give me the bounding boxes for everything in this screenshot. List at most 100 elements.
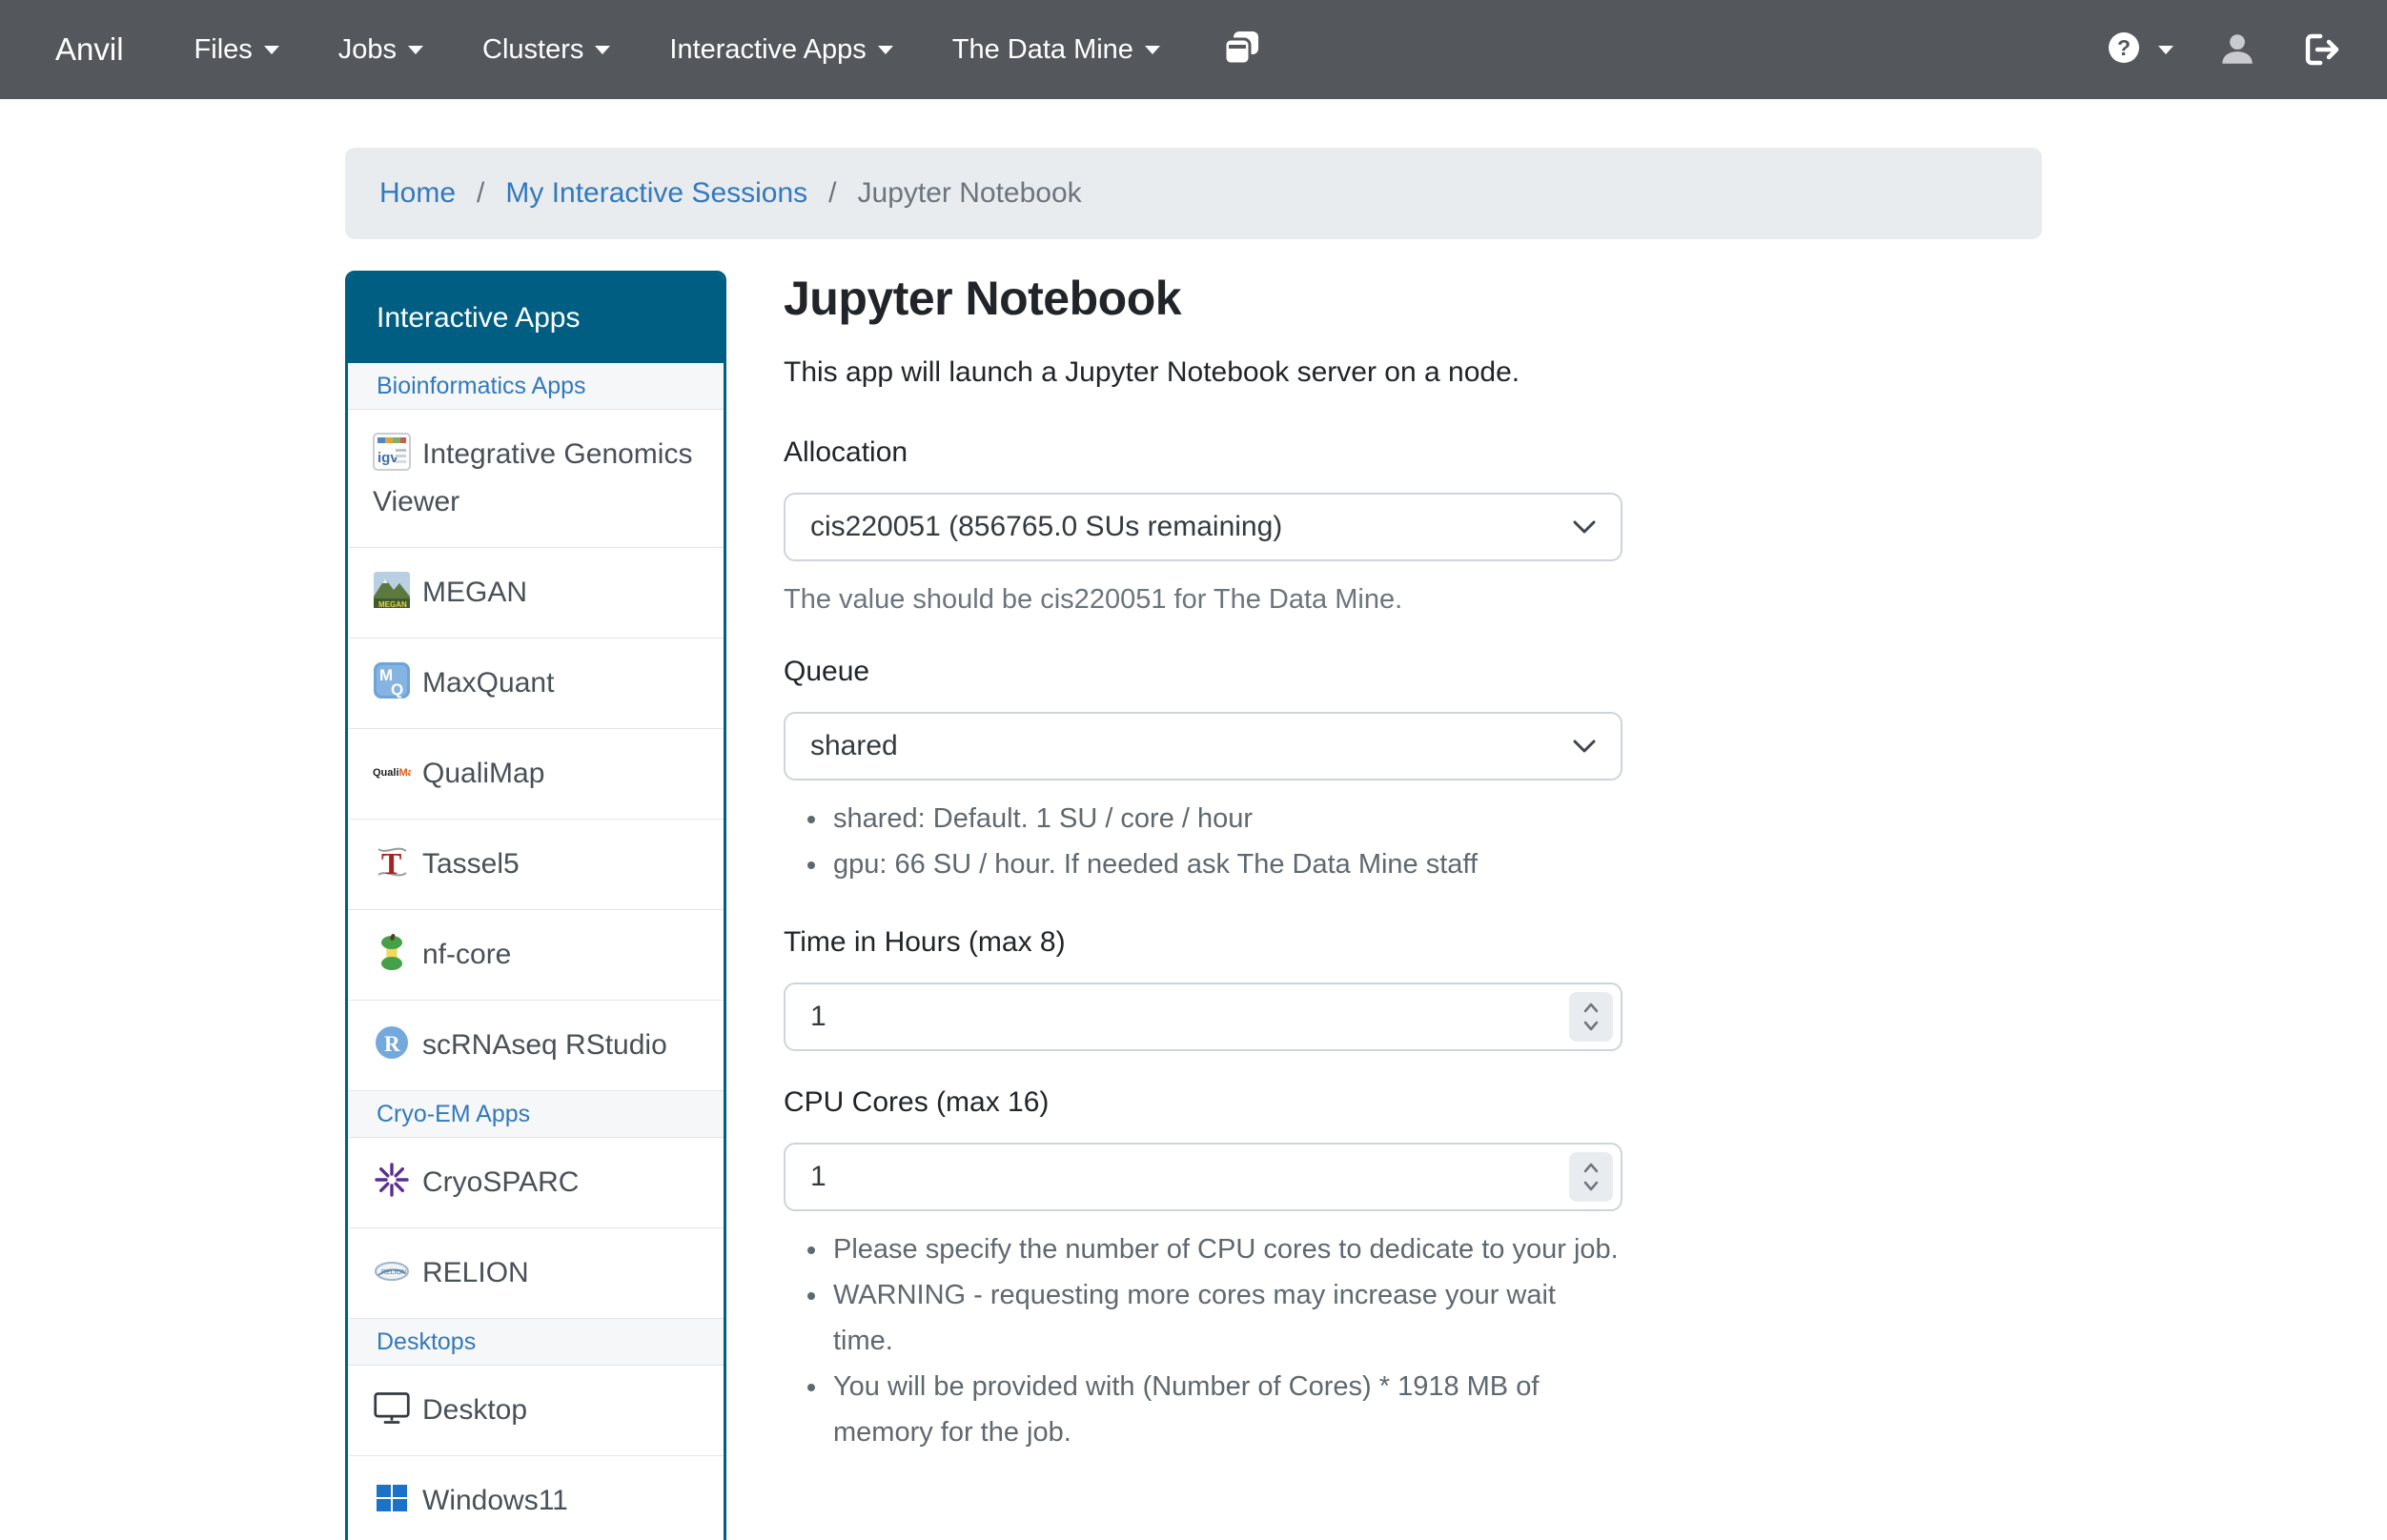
sidebar-item-integrative-genomics-viewer[interactable]: igvIntegrative Genomics Viewer — [348, 410, 724, 548]
chevron-down-icon — [408, 46, 423, 54]
sidebar-item-label: MaxQuant — [422, 667, 554, 699]
queue-select[interactable]: shared — [784, 712, 1622, 780]
brand-anvil[interactable]: Anvil — [55, 0, 124, 99]
nav-item-jobs[interactable]: Jobs — [338, 34, 423, 66]
nav-item-interactive-apps[interactable]: Interactive Apps — [669, 34, 892, 66]
chevron-down-icon — [595, 46, 610, 54]
sidebar-category-cryo-em-apps: Cryo-EM Apps — [348, 1091, 724, 1138]
number-stepper[interactable] — [1569, 1152, 1613, 1202]
sidebar-item-nf-core[interactable]: nf-core — [348, 910, 724, 1001]
sidebar-item-relion[interactable]: RELION RELION — [348, 1228, 724, 1319]
maxquant-icon: MQ — [373, 661, 411, 699]
breadcrumb: Home / My Interactive Sessions / Jupyter Not… — [345, 148, 2042, 239]
nav-item-the-data-mine[interactable]: The Data Mine — [952, 34, 1160, 66]
sidebar-item-windows11[interactable]: Windows11 — [348, 1456, 724, 1540]
help-icon[interactable]: ? — [2105, 29, 2143, 71]
sidebar-item-desktop[interactable]: Desktop — [348, 1366, 724, 1456]
svg-text:QualiMap: QualiMap — [373, 767, 411, 779]
nav-item-label: Clusters — [482, 34, 583, 66]
chevron-down-icon — [1571, 518, 1598, 536]
svg-text:T: T — [381, 846, 401, 881]
sidebar-item-label: QualiMap — [422, 758, 544, 789]
queue-notes: shared: Default. 1 SU / core / hourgpu: … — [784, 796, 1622, 887]
allocation-select-value: cis220051 (856765.0 SUs remaining) — [810, 511, 1282, 543]
bullet-item: gpu: 66 SU / hour. If needed ask The Dat… — [829, 841, 1622, 887]
page-title: Jupyter Notebook — [784, 271, 1622, 326]
sidebar-item-label: Desktop — [422, 1394, 527, 1426]
sidebar-item-label: RELION — [422, 1257, 529, 1288]
breadcrumb-item: Jupyter Notebook — [858, 177, 1082, 210]
app-description: This app will launch a Jupyter Notebook … — [784, 351, 1622, 394]
sidebar-item-label: MEGAN — [422, 577, 527, 608]
breadcrumb-separator: / — [828, 177, 836, 210]
bullet-item: Please specify the number of CPU cores t… — [829, 1226, 1622, 1272]
logout-icon[interactable] — [2301, 30, 2343, 69]
sidebar-item-label: scRNAseq RStudio — [422, 1029, 667, 1061]
sidebar-item-tassel5[interactable]: T Tassel5 — [348, 820, 724, 910]
relion-icon: RELION — [373, 1251, 411, 1289]
navbar-right: ? — [2105, 29, 2343, 71]
breadcrumb-separator: / — [477, 177, 484, 210]
sidebar-item-maxquant[interactable]: MQ MaxQuant — [348, 638, 724, 729]
sidebar-item-label: Tassel5 — [422, 848, 520, 880]
my-interactive-sessions-icon[interactable] — [1219, 29, 1265, 71]
igv-icon: igv — [373, 433, 411, 471]
nav-item-clusters[interactable]: Clusters — [482, 34, 610, 66]
nav-item-label: Jobs — [338, 34, 397, 66]
help-menu[interactable]: ? — [2105, 29, 2173, 71]
cores-notes: Please specify the number of CPU cores t… — [784, 1226, 1622, 1455]
time-group: Time in Hours (max 8) — [784, 925, 1622, 1051]
bullet-item: You will be provided with (Number of Cor… — [829, 1364, 1622, 1455]
sidebar: Interactive Apps Bioinformatics AppsigvI… — [345, 271, 726, 1540]
rstudio-icon: R — [373, 1023, 411, 1062]
bullet-item: WARNING - requesting more cores may incr… — [829, 1272, 1622, 1364]
sidebar-item-scrnaseq-rstudio[interactable]: RscRNAseq RStudio — [348, 1001, 724, 1091]
qualimap-icon: QualiMap — [373, 752, 411, 790]
sidebar-item-qualimap[interactable]: QualiMap QualiMap — [348, 729, 724, 820]
navbar-menu: Files Jobs Clusters Interactive Apps The Dat… — [194, 34, 1219, 66]
svg-text:?: ? — [2117, 35, 2131, 60]
chevron-down-icon — [2158, 46, 2173, 54]
chevron-down-icon — [1145, 46, 1160, 54]
windows11-icon — [373, 1479, 411, 1517]
number-stepper[interactable] — [1569, 992, 1613, 1042]
chevron-down-icon — [264, 46, 279, 54]
desktop-icon — [373, 1388, 411, 1427]
bullet-item: shared: Default. 1 SU / core / hour — [829, 796, 1622, 841]
svg-text:igv: igv — [377, 450, 398, 466]
svg-text:R: R — [384, 1032, 400, 1056]
sidebar-sections: Bioinformatics AppsigvIntegrative Genomi… — [348, 363, 724, 1540]
time-label: Time in Hours (max 8) — [784, 925, 1622, 960]
time-input[interactable] — [784, 983, 1622, 1051]
svg-text:RELION: RELION — [381, 1269, 406, 1276]
sidebar-item-label: nf-core — [422, 939, 511, 970]
sidebar-item-cryosparc[interactable]: CryoSPARC — [348, 1138, 724, 1228]
sidebar-item-megan[interactable]: MEGAN MEGAN — [348, 548, 724, 638]
sidebar-item-label: Integrative Genomics Viewer — [373, 438, 692, 517]
svg-text:Q: Q — [391, 680, 403, 699]
allocation-group: Allocation cis220051 (856765.0 SUs remai… — [784, 436, 1622, 617]
breadcrumb-item[interactable]: My Interactive Sessions — [505, 177, 807, 210]
megan-icon: MEGAN — [373, 571, 411, 609]
sidebar-item-label: Windows11 — [422, 1485, 568, 1516]
nav-item-label: The Data Mine — [952, 34, 1133, 66]
cores-input[interactable] — [784, 1143, 1622, 1211]
allocation-label: Allocation — [784, 436, 1622, 470]
chevron-down-icon — [878, 46, 893, 54]
nav-item-files[interactable]: Files — [194, 34, 279, 66]
sidebar-category-desktops: Desktops — [348, 1319, 724, 1366]
allocation-select[interactable]: cis220051 (856765.0 SUs remaining) — [784, 493, 1622, 561]
queue-label: Queue — [784, 655, 1622, 689]
nf-core-icon — [373, 933, 411, 971]
cores-group: CPU Cores (max 16) Please specify the nu… — [784, 1085, 1622, 1455]
cores-label: CPU Cores (max 16) — [784, 1085, 1622, 1120]
breadcrumb-item[interactable]: Home — [379, 177, 456, 210]
user-icon[interactable] — [2217, 30, 2257, 70]
top-navbar: Anvil Files Jobs Clusters Interactive Apps T… — [0, 0, 2387, 99]
chevron-down-icon — [1571, 738, 1598, 755]
nav-item-label: Interactive Apps — [669, 34, 866, 66]
sidebar-title: Interactive Apps — [348, 274, 724, 363]
queue-group: Queue shared shared: Default. 1 SU / cor… — [784, 655, 1622, 887]
cryosparc-icon — [373, 1161, 411, 1199]
sidebar-category-bioinformatics-apps: Bioinformatics Apps — [348, 363, 724, 410]
